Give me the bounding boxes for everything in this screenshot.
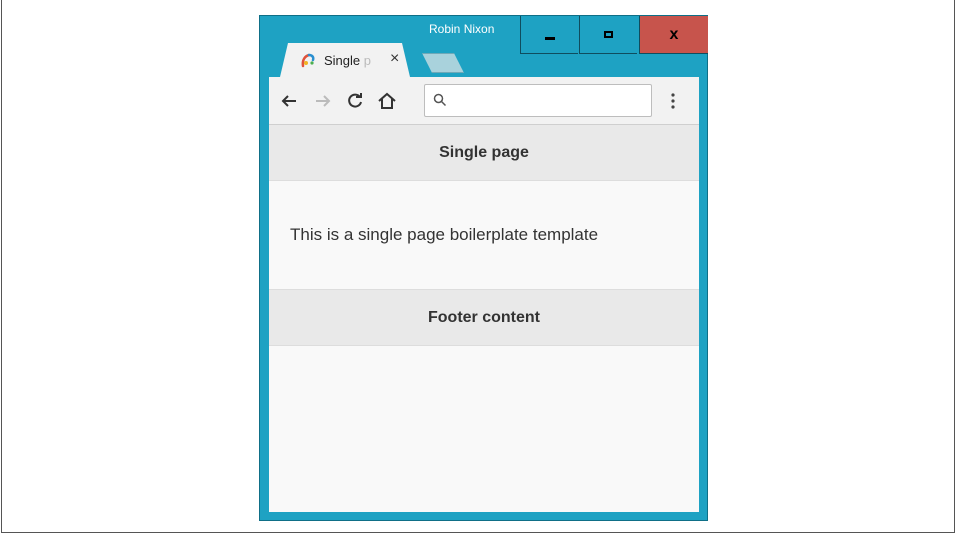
menu-dots-icon[interactable] bbox=[668, 91, 678, 111]
browser-toolbar bbox=[269, 77, 699, 125]
home-button[interactable] bbox=[377, 91, 397, 111]
maximize-icon bbox=[604, 31, 613, 38]
browser-tab[interactable]: Single p × bbox=[280, 43, 410, 77]
tab-title-text: Single bbox=[324, 53, 361, 68]
tab-title-faded: p bbox=[363, 53, 371, 68]
address-bar[interactable] bbox=[424, 84, 652, 117]
favicon-icon bbox=[301, 53, 315, 68]
page-body-text: This is a single page boilerplate templa… bbox=[290, 225, 599, 244]
search-icon bbox=[433, 93, 447, 107]
close-window-button[interactable]: x bbox=[639, 16, 708, 54]
home-icon bbox=[378, 92, 396, 109]
new-tab-button[interactable] bbox=[422, 53, 464, 73]
back-button[interactable] bbox=[279, 91, 299, 111]
tab-close-icon[interactable]: × bbox=[390, 50, 399, 68]
browser-window: Robin Nixon x Single p × Single page Thi… bbox=[259, 15, 708, 521]
reload-button[interactable] bbox=[345, 91, 365, 111]
profile-name[interactable]: Robin Nixon bbox=[429, 22, 494, 36]
minimize-icon bbox=[544, 37, 555, 40]
back-arrow-icon bbox=[281, 95, 296, 107]
address-input[interactable] bbox=[453, 90, 647, 114]
reload-icon bbox=[348, 93, 362, 108]
minimize-button[interactable] bbox=[520, 16, 578, 54]
page-content: Single page This is a single page boiler… bbox=[269, 125, 699, 512]
close-icon: x bbox=[669, 25, 679, 43]
tab-title: Single p bbox=[324, 53, 371, 68]
maximize-button[interactable] bbox=[579, 16, 637, 54]
forward-button[interactable] bbox=[313, 91, 333, 111]
forward-arrow-icon bbox=[316, 95, 331, 107]
page-footer: Footer content bbox=[269, 289, 699, 346]
page-header: Single page bbox=[269, 125, 699, 181]
